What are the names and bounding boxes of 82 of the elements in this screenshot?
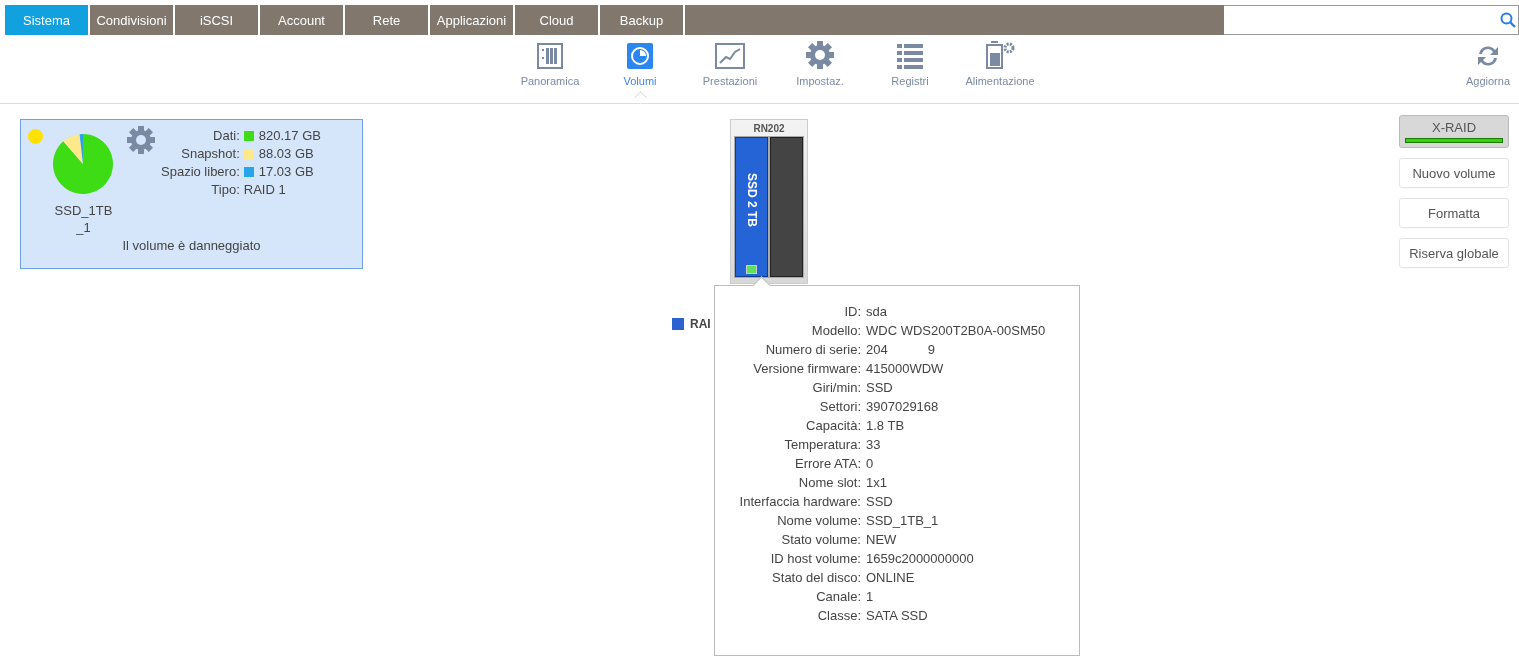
action-button[interactable]: Riserva globale [1399,238,1509,268]
search-field[interactable] [1224,5,1519,35]
refresh-icon [1475,43,1501,69]
disk-label: SSD 2 TB [744,173,759,227]
nav-tab[interactable]: Backup [600,5,685,35]
info-value: SATA SSD [866,607,928,625]
legend-label: Snapshot: [180,146,240,161]
info-label: Stato volume: [780,531,861,549]
empty-slot[interactable] [770,137,803,277]
legend-label: Spazio libero: [161,164,240,179]
nav-tab[interactable]: Sistema [5,5,90,35]
nav-tab[interactable]: Cloud [515,5,600,35]
legend-swatch [672,318,684,330]
info-value: ONLINE [866,569,915,587]
legend-label: Dati: [212,128,240,143]
search-icon[interactable] [1500,12,1516,28]
volume-status: Il volume è danneggiato [121,238,262,253]
nav-tab[interactable]: Account [260,5,345,35]
info-label: Versione firmware: [752,360,861,378]
toolbar-item[interactable]: Panoramica [505,35,595,87]
info-value: 1.8 TB [866,417,905,435]
led-icon [746,265,757,274]
info-value: SSD [866,379,893,397]
info-label: Nome volume: [776,512,861,530]
info-value: sda [866,303,887,321]
document-gear-icon [985,41,1015,69]
toolbar-item[interactable]: Impostaz. [775,35,865,87]
pie-icon [627,43,653,69]
gear-icon [806,41,834,69]
legend-label: RAI [690,317,711,331]
action-button[interactable]: Nuovo volume [1399,158,1509,188]
volume-name: SSD_1TB _1 [54,202,113,236]
info-value: 1659c2000000000 [866,550,974,568]
info-label: Modello: [810,322,861,340]
pie-chart-drawing [53,134,113,194]
action-button[interactable]: Formatta [1399,198,1509,228]
refresh-button[interactable]: Aggiorna [1457,35,1519,87]
nav-tab[interactable]: Applicazioni [430,5,515,35]
info-label: Temperatura: [783,436,861,454]
info-label: Stato del disco: [771,569,861,587]
legend-value: RAID 1 [243,182,286,197]
info-label: Canale: [815,588,861,606]
legend-value: 820.17 GB [258,128,321,143]
info-label: Capacità: [805,417,861,435]
line-chart-icon [715,43,745,69]
info-label: Classe: [816,607,861,625]
nav-tab[interactable]: iSCSI [175,5,260,35]
info-label: Giri/min: [811,379,861,397]
info-value: 0 [866,455,874,473]
list-icon [897,43,923,69]
info-value: 415000WDW [866,360,944,378]
info-label: Numero di serie: [764,341,861,359]
toolbar-item[interactable]: Prestazioni [685,35,775,87]
info-label: Interfaccia hardware: [738,493,861,511]
info-value: 204 [866,341,888,359]
toolbar-item[interactable]: Registri [865,35,955,87]
info-value: NEW [866,531,897,549]
nav-tab[interactable]: Condivisioni [90,5,175,35]
info-value: SSD [866,493,893,511]
info-value: SSD_1TB_1 [866,512,939,530]
volume-card[interactable]: SSD_1TB _1 Dati: 820.17 GB Snapshot: 88.03 GB Spazio libero: 17.03 GB Tipo: RAID 1 Il volume è danneggiato [20,119,363,269]
info-value: 9 [927,341,935,359]
info-value: 33 [866,436,881,454]
disk-drawing[interactable]: SSD 2 TB [735,137,768,277]
info-value: 3907029168 [866,398,939,416]
legend-value: 88.03 GB [258,146,314,161]
enclosure-title: RN202 [753,122,785,136]
info-value: 1 [866,588,874,606]
gear-icon[interactable] [127,126,155,154]
info-label: Errore ATA: [794,455,861,473]
info-label: ID host volume: [769,550,861,568]
storage-grid-icon [537,43,563,69]
toolbar-item[interactable]: Alimentazione [955,35,1045,87]
info-label: Nome slot: [797,474,861,492]
legend-label: Tipo: [210,182,240,197]
legend-value: 17.03 GB [258,164,314,179]
info-value: WDC WDS200T2B0A-00SM50 [866,322,1046,340]
action-button[interactable]: X-RAID [1399,115,1509,148]
info-value: 1x1 [866,474,887,492]
info-label: ID: [843,303,861,321]
nav-tab[interactable]: Rete [345,5,430,35]
info-label: Settori: [818,398,861,416]
